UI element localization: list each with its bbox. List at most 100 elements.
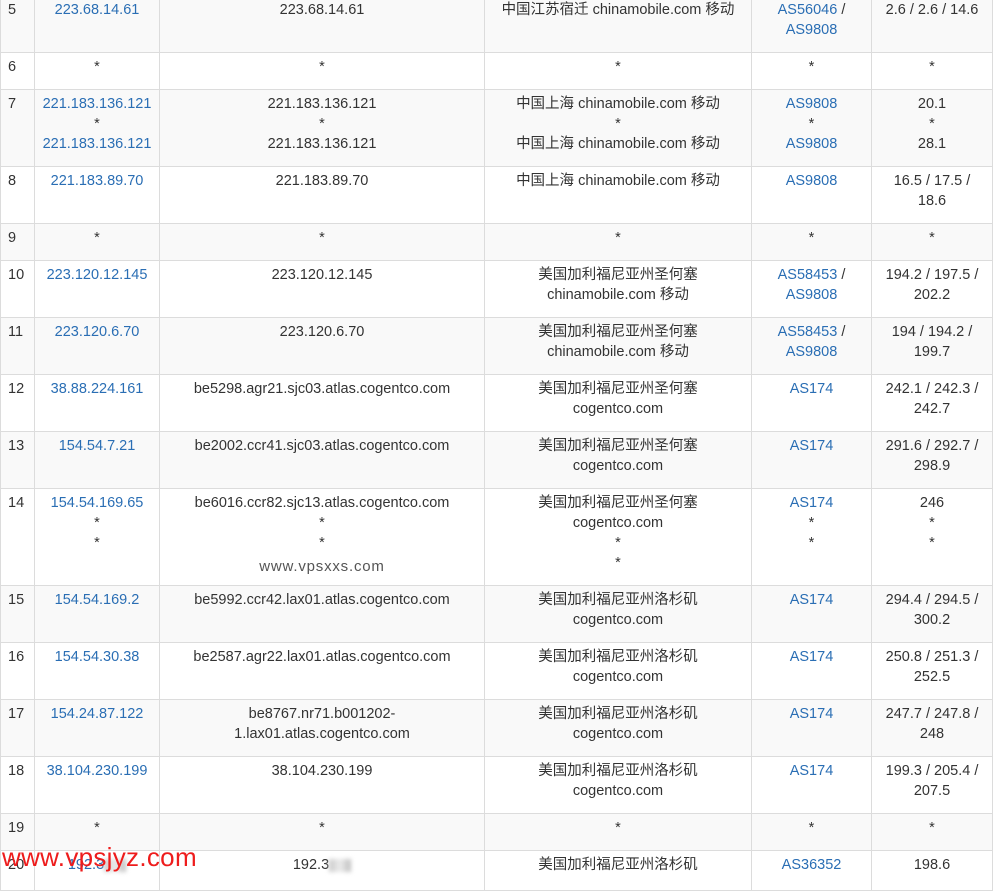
ip-link[interactable]: 223.120.12.145 — [39, 265, 155, 285]
ip-link[interactable]: 221.183.136.121 — [39, 134, 155, 154]
location-cell: 美国加利福尼亚州洛杉矶 cogentco.com — [484, 585, 752, 643]
table-row: 17 154.24.87.122 be8767.nr71.b001202- 1.lax… — [0, 699, 993, 757]
latency-text: 198.6 — [913, 857, 951, 873]
location-text: 美国加利福尼亚州洛杉矶 — [538, 857, 698, 873]
asn-link[interactable]: AS58453 — [778, 324, 838, 340]
hop-number: 10 — [8, 267, 25, 283]
table-row: 16 154.54.30.38 be2587.agr22.lax01.atlas.c… — [0, 642, 993, 700]
ip-link[interactable]: 221.183.136.121 — [39, 94, 155, 114]
asn-line: * — [756, 114, 867, 134]
table-row: 18 38.104.230.199 38.104.230.199 美国加利福尼亚州洛杉… — [0, 756, 993, 814]
asn-cell: AS58453 / AS9808 — [751, 260, 872, 318]
asn-link[interactable]: AS174 — [790, 706, 834, 722]
ip-link[interactable]: 221.183.89.70 — [39, 171, 155, 191]
asn-line: AS174 — [756, 436, 867, 456]
timeout-marker: * — [929, 535, 935, 551]
asn-link[interactable]: AS174 — [790, 649, 834, 665]
timeout-marker: * — [808, 515, 815, 531]
ip-link[interactable]: 154.54.169.65 — [39, 493, 155, 513]
location-text: 美国加利福尼亚州圣何塞 — [538, 267, 698, 283]
asn-line: AS174 — [756, 493, 867, 513]
location-cell: 美国加利福尼亚州洛杉矶 cogentco.com — [484, 699, 752, 757]
ip-link[interactable]: 154.24.87.122 — [39, 704, 155, 724]
latency-text: 194 / 194.2 / — [891, 324, 973, 340]
timeout-marker: * — [808, 116, 815, 132]
asn-link[interactable]: AS9808 — [786, 136, 838, 152]
asn-link[interactable]: AS174 — [790, 495, 834, 511]
asn-link[interactable]: AS56046 — [778, 2, 838, 18]
latency-text: 246 — [919, 495, 945, 511]
latency-cell: 2.6 / 2.6 / 14.6 — [871, 0, 993, 53]
asn-link[interactable]: AS174 — [790, 592, 834, 608]
asn-cell: AS174 — [751, 699, 872, 757]
table-row: 10 223.120.12.145 223.120.12.145 美国加利福尼亚州圣何… — [0, 260, 993, 318]
timeout-marker: * — [808, 820, 815, 836]
timeout-marker: * — [929, 820, 935, 836]
hop-number: 9 — [8, 230, 17, 246]
asn-cell: AS174 — [751, 642, 872, 700]
asn-line: AS174 — [756, 704, 867, 724]
timeout-marker: * — [615, 555, 621, 571]
hop-number: 6 — [8, 59, 17, 75]
hostname-text: 221.183.89.70 — [275, 173, 369, 189]
ip-link[interactable]: 38.88.224.161 — [39, 379, 155, 399]
asn-line: AS58453 / — [756, 265, 867, 285]
table-row: 14 154.54.169.65 * * be6016.ccr82.sjc13.atla… — [0, 488, 993, 586]
asn-link[interactable]: AS9808 — [786, 173, 838, 189]
location-cell: 美国加利福尼亚州圣何塞 chinamobile.com 移动 — [484, 317, 752, 375]
hop-cell: 18 — [0, 756, 35, 814]
asn-link[interactable]: AS174 — [790, 763, 834, 779]
latency-text: 28.1 — [917, 136, 947, 152]
hop-cell: 11 — [0, 317, 35, 375]
asn-cell: AS174 — [751, 431, 872, 489]
timeout-marker: * — [94, 116, 100, 132]
timeout-marker: * — [319, 515, 325, 531]
latency-text: 291.6 / 292.7 / — [885, 438, 979, 454]
location-cell: * — [484, 52, 752, 90]
hop-number: 17 — [8, 706, 25, 722]
ip-cell: 223.120.6.70 — [34, 317, 160, 375]
timeout-marker: * — [94, 820, 100, 836]
hostname-text: 221.183.136.121 — [267, 96, 377, 112]
ip-link[interactable]: 154.54.30.38 — [39, 647, 155, 667]
asn-line: AS36352 — [756, 855, 867, 875]
asn-link[interactable]: AS58453 — [778, 267, 838, 283]
timeout-marker: * — [319, 116, 325, 132]
location-cell: 美国加利福尼亚州圣何塞 chinamobile.com 移动 — [484, 260, 752, 318]
ip-link[interactable]: 154.54.169.2 — [39, 590, 155, 610]
hostname-text: be5992.ccr42.lax01.atlas.cogentco.com — [194, 592, 450, 608]
table-row: 6 * * * * * — [0, 52, 993, 90]
ip-cell: 223.120.12.145 — [34, 260, 160, 318]
ip-link[interactable]: 223.68.14.61 — [39, 0, 155, 20]
asn-link[interactable]: AS9808 — [786, 96, 838, 112]
latency-text: 242.1 / 242.3 / — [885, 381, 979, 397]
timeout-marker: * — [808, 535, 815, 551]
ip-link[interactable]: 154.54.7.21 — [39, 436, 155, 456]
asn-link[interactable]: AS9808 — [786, 344, 838, 360]
latency-cell: * — [871, 223, 993, 261]
hop-number: 13 — [8, 438, 25, 454]
hop-cell: 16 — [0, 642, 35, 700]
location-cell: 美国加利福尼亚州圣何塞 cogentco.com — [484, 431, 752, 489]
timeout-marker: * — [615, 230, 621, 246]
asn-link[interactable]: AS174 — [790, 438, 834, 454]
latency-text: 199.7 — [913, 344, 951, 360]
location-text: chinamobile.com 移动 — [547, 344, 689, 360]
hostname-text: 221.183.136.121 — [267, 136, 377, 152]
hop-number: 11 — [8, 324, 24, 340]
asn-link[interactable]: AS174 — [790, 381, 834, 397]
ip-link[interactable]: 38.104.230.199 — [39, 761, 155, 781]
asn-link[interactable]: AS9808 — [786, 22, 838, 38]
asn-line: AS174 — [756, 590, 867, 610]
asn-link[interactable]: AS36352 — [782, 857, 842, 873]
timeout-marker: * — [615, 116, 621, 132]
ip-link[interactable]: 223.120.6.70 — [39, 322, 155, 342]
location-cell: 美国加利福尼亚州圣何塞 cogentco.com * * — [484, 488, 752, 586]
location-text: 美国加利福尼亚州洛杉矶 — [538, 706, 698, 722]
asn-link[interactable]: AS9808 — [786, 287, 838, 303]
hop-cell: 7 — [0, 89, 35, 167]
asn-cell: * — [751, 223, 872, 261]
latency-text: 20.1 — [917, 96, 947, 112]
table-row: 12 38.88.224.161 be5298.agr21.sjc03.atlas.… — [0, 374, 993, 432]
timeout-marker: * — [94, 535, 100, 551]
